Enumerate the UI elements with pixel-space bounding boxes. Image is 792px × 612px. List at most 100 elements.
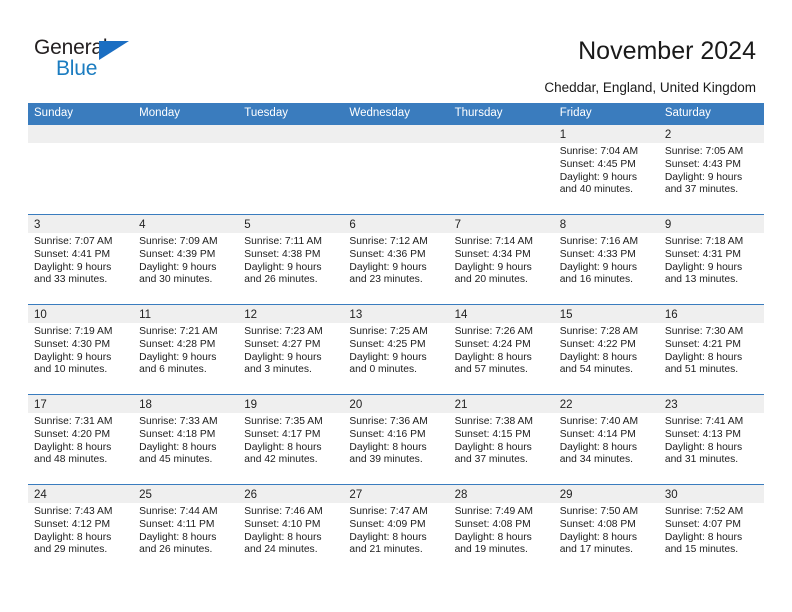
weekday-header-tuesday: Tuesday bbox=[244, 107, 288, 119]
sunrise-text: Sunrise: 7:05 AM bbox=[664, 146, 744, 157]
sunset-text: Sunset: 4:28 PM bbox=[139, 338, 216, 350]
sunset-text: Sunset: 4:20 PM bbox=[34, 428, 111, 440]
day-cell[interactable]: 27 bbox=[343, 485, 448, 503]
daylight-text-line1: Daylight: 9 hours bbox=[664, 261, 743, 273]
day-cell[interactable]: 11 bbox=[133, 305, 238, 323]
day-detail: Sunrise: 7:41 AM Sunset: 4:13 PM Dayligh… bbox=[659, 413, 764, 484]
day-cell[interactable]: 8 bbox=[554, 215, 659, 233]
daylight-text-line1: Daylight: 9 hours bbox=[139, 351, 217, 363]
day-number: 24 bbox=[34, 489, 47, 501]
day-cell[interactable] bbox=[449, 125, 554, 143]
day-number: 11 bbox=[139, 309, 152, 321]
sunrise-text: Sunrise: 7:40 AM bbox=[559, 416, 639, 427]
sunrise-text: Sunrise: 7:38 AM bbox=[454, 416, 533, 427]
day-cell[interactable] bbox=[133, 125, 238, 143]
day-number: 7 bbox=[454, 219, 461, 231]
day-cell[interactable]: 9 bbox=[659, 215, 764, 233]
day-number: 27 bbox=[349, 489, 363, 501]
day-detail: Sunrise: 7:30 AM Sunset: 4:21 PM Dayligh… bbox=[659, 323, 764, 394]
sunset-text: Sunset: 4:10 PM bbox=[244, 518, 321, 530]
week-detail-strip: Sunrise: 7:31 AM Sunset: 4:20 PM Dayligh… bbox=[28, 413, 764, 484]
day-cell[interactable]: 20 bbox=[343, 395, 448, 413]
daylight-text-line2: and 57 minutes. bbox=[454, 364, 528, 376]
sunrise-text: Sunrise: 7:09 AM bbox=[139, 236, 218, 247]
day-detail: Sunrise: 7:14 AM Sunset: 4:34 PM Dayligh… bbox=[449, 233, 554, 304]
day-cell[interactable]: 16 bbox=[659, 305, 764, 323]
sunset-text: Sunset: 4:08 PM bbox=[559, 518, 636, 530]
sunrise-text: Sunrise: 7:33 AM bbox=[139, 416, 218, 427]
day-detail: Sunrise: 7:25 AM Sunset: 4:25 PM Dayligh… bbox=[343, 323, 448, 394]
day-cell[interactable]: 18 bbox=[133, 395, 238, 413]
day-cell[interactable]: 25 bbox=[133, 485, 238, 503]
day-detail: Sunrise: 7:43 AM Sunset: 4:12 PM Dayligh… bbox=[28, 503, 133, 574]
day-number: 6 bbox=[349, 219, 356, 231]
day-number: 21 bbox=[454, 399, 468, 411]
daylight-text-line1: Daylight: 8 hours bbox=[559, 531, 637, 543]
location-subtitle: Cheddar, England, United Kingdom bbox=[544, 80, 756, 95]
day-cell[interactable]: 19 bbox=[238, 395, 343, 413]
day-detail: Sunrise: 7:09 AM Sunset: 4:39 PM Dayligh… bbox=[133, 233, 238, 304]
day-cell[interactable]: 6 bbox=[343, 215, 448, 233]
day-cell[interactable]: 23 bbox=[659, 395, 764, 413]
sunrise-text: Sunrise: 7:30 AM bbox=[664, 326, 744, 337]
sunrise-text: Sunrise: 7:12 AM bbox=[349, 236, 428, 247]
daylight-text-line1: Daylight: 9 hours bbox=[34, 261, 112, 273]
sunset-text: Sunset: 4:24 PM bbox=[454, 338, 531, 350]
daylight-text-line2: and 30 minutes. bbox=[139, 274, 213, 286]
daylight-text-line2: and 17 minutes. bbox=[559, 544, 633, 556]
sunset-text: Sunset: 4:25 PM bbox=[349, 338, 426, 350]
day-cell[interactable]: 21 bbox=[449, 395, 554, 413]
daylight-text-line1: Daylight: 9 hours bbox=[559, 261, 637, 273]
day-cell[interactable] bbox=[343, 125, 448, 143]
daylight-text-line1: Daylight: 8 hours bbox=[664, 441, 743, 453]
day-number: 12 bbox=[244, 309, 258, 321]
day-cell[interactable]: 15 bbox=[554, 305, 659, 323]
day-cell[interactable]: 5 bbox=[238, 215, 343, 233]
sunset-text: Sunset: 4:31 PM bbox=[664, 248, 741, 260]
day-number: 14 bbox=[454, 309, 468, 321]
day-cell[interactable]: 24 bbox=[28, 485, 133, 503]
sunrise-text: Sunrise: 7:07 AM bbox=[34, 236, 113, 247]
day-number: 28 bbox=[454, 489, 468, 501]
page-header: General Blue November 2024 Cheddar, Engl… bbox=[0, 0, 792, 100]
daylight-text-line1: Daylight: 8 hours bbox=[349, 531, 427, 543]
triangle-icon bbox=[99, 41, 129, 60]
daylight-text-line1: Daylight: 8 hours bbox=[454, 351, 532, 363]
day-cell[interactable]: 13 bbox=[343, 305, 448, 323]
daylight-text-line1: Daylight: 9 hours bbox=[34, 351, 112, 363]
day-cell[interactable] bbox=[28, 125, 133, 143]
day-cell[interactable]: 14 bbox=[449, 305, 554, 323]
day-cell[interactable] bbox=[238, 125, 343, 143]
day-cell[interactable]: 10 bbox=[28, 305, 133, 323]
day-cell[interactable]: 3 bbox=[28, 215, 133, 233]
day-cell[interactable]: 28 bbox=[449, 485, 554, 503]
day-cell[interactable]: 12 bbox=[238, 305, 343, 323]
day-detail: Sunrise: 7:12 AM Sunset: 4:36 PM Dayligh… bbox=[343, 233, 448, 304]
day-cell[interactable]: 7 bbox=[449, 215, 554, 233]
week-date-strip: 24 25 26 27 28 29 30 bbox=[28, 485, 764, 503]
daylight-text-line2: and 31 minutes. bbox=[664, 454, 739, 466]
day-cell[interactable]: 29 bbox=[554, 485, 659, 503]
day-cell[interactable]: 1 bbox=[554, 125, 659, 143]
day-cell[interactable]: 22 bbox=[554, 395, 659, 413]
daylight-text-line2: and 33 minutes. bbox=[34, 274, 108, 286]
daylight-text-line2: and 16 minutes. bbox=[559, 274, 633, 286]
day-cell[interactable]: 30 bbox=[659, 485, 764, 503]
day-cell[interactable]: 4 bbox=[133, 215, 238, 233]
sunrise-text: Sunrise: 7:19 AM bbox=[34, 326, 113, 337]
daylight-text-line2: and 19 minutes. bbox=[454, 544, 528, 556]
sunrise-text: Sunrise: 7:04 AM bbox=[559, 146, 639, 157]
day-cell[interactable]: 17 bbox=[28, 395, 133, 413]
daylight-text-line1: Daylight: 8 hours bbox=[664, 531, 743, 543]
general-blue-logo[interactable]: General Blue bbox=[34, 36, 154, 84]
day-cell[interactable]: 2 bbox=[659, 125, 764, 143]
day-detail: Sunrise: 7:52 AM Sunset: 4:07 PM Dayligh… bbox=[659, 503, 764, 574]
day-detail: Sunrise: 7:05 AM Sunset: 4:43 PM Dayligh… bbox=[659, 143, 764, 214]
calendar-week-row: 17 18 19 20 21 22 23 Sunrise: 7:31 AM Su… bbox=[28, 394, 764, 484]
daylight-text-line2: and 24 minutes. bbox=[244, 544, 318, 556]
sunset-text: Sunset: 4:27 PM bbox=[244, 338, 321, 350]
day-cell[interactable]: 26 bbox=[238, 485, 343, 503]
sunrise-text: Sunrise: 7:44 AM bbox=[139, 506, 218, 517]
daylight-text-line2: and 10 minutes. bbox=[34, 364, 108, 376]
sunset-text: Sunset: 4:07 PM bbox=[664, 518, 741, 530]
